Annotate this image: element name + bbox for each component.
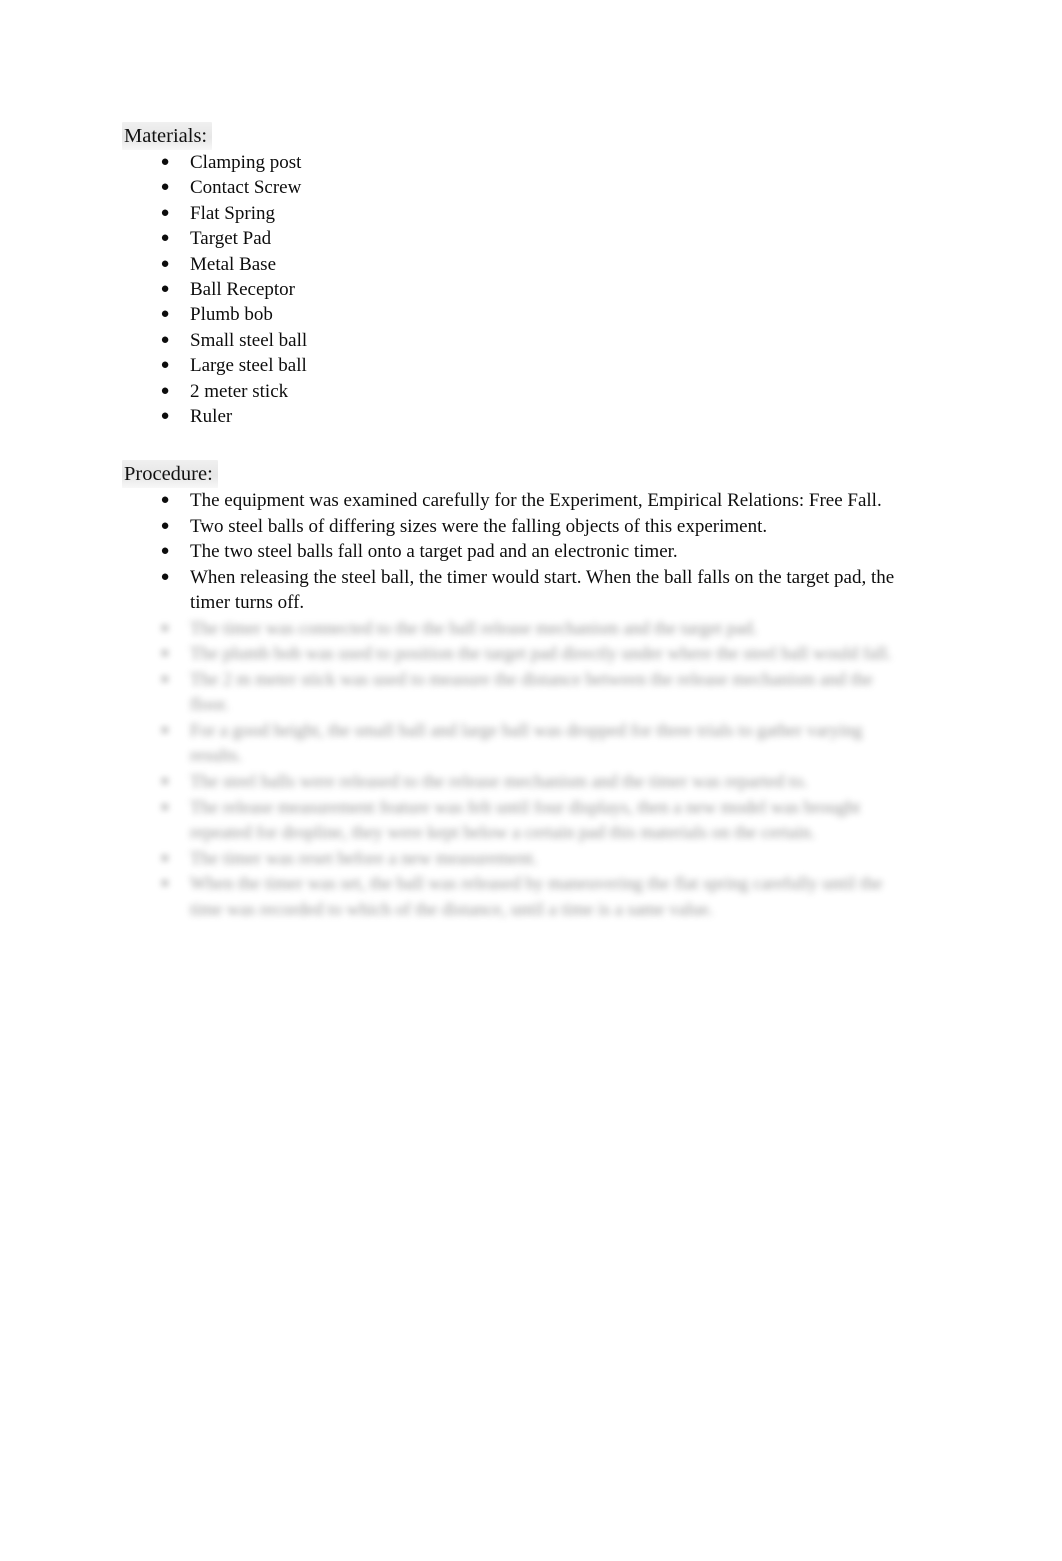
materials-list-item: ● Clamping post <box>122 150 912 175</box>
materials-list-item: ● Large steel ball <box>122 353 912 378</box>
procedure-list: ● The equipment was examined carefully fo… <box>122 488 912 615</box>
materials-list-item-label: Contact Screw <box>190 177 302 199</box>
bullet-point-icon: ● <box>160 517 170 534</box>
procedure-heading: Procedure: <box>122 460 218 489</box>
materials-list-item-label: Metal Base <box>190 253 277 275</box>
bullet-point-icon: ● <box>160 408 170 425</box>
procedure-redacted-list: ● The timer was connected to the the ball… <box>122 616 912 923</box>
bullet-point-icon: ● <box>160 850 170 866</box>
procedure-redacted-item-label: The plumb bob was used to position the t… <box>190 643 892 664</box>
procedure-list-item: ● The two steel balls fall onto a target … <box>122 539 912 564</box>
bullet-point-icon: ● <box>160 255 170 272</box>
procedure-redacted-item-label: The steel balls were released to the rel… <box>190 771 808 792</box>
procedure-redacted-item-label: The 2 m meter stick was used to measure … <box>190 668 878 715</box>
procedure-redacted-item-label: The timer was connected to the the ball … <box>190 617 758 638</box>
procedure-redacted-item: ● The timer was reset before a new measur… <box>122 846 912 872</box>
materials-list-item: ● Ruler <box>122 404 912 429</box>
bullet-point-icon: ● <box>160 230 170 247</box>
bullet-point-icon: ● <box>160 568 170 585</box>
procedure-list-item: ● The equipment was examined carefully fo… <box>122 488 912 513</box>
procedure-list-item-label: The equipment was examined carefully for… <box>190 490 882 512</box>
procedure-redacted-item: ● When the timer was set, the ball was re… <box>122 871 912 922</box>
bullet-point-icon: ● <box>160 671 170 687</box>
bullet-point-icon: ● <box>160 357 170 374</box>
materials-heading: Materials: <box>122 122 213 150</box>
procedure-redacted-item: ● The timer was connected to the the ball… <box>122 616 912 642</box>
procedure-redacted-item: ● The plumb bob was used to position the … <box>122 641 912 667</box>
procedure-section-header: Procedure: <box>122 460 912 489</box>
materials-list-item: ● Target Pad <box>122 226 912 251</box>
materials-list-item-label: Small steel ball <box>190 329 308 351</box>
materials-list-item: ● Flat Spring <box>122 201 912 226</box>
document-page: Materials: ● Clamping post ● Contact Screw ●… <box>0 0 1062 1561</box>
bullet-point-icon: ● <box>160 722 170 738</box>
procedure-redacted-item: ● The steel balls were released to the re… <box>122 769 912 795</box>
bullet-point-icon: ● <box>160 492 170 509</box>
materials-list-item-label: Large steel ball <box>190 355 307 377</box>
procedure-redacted-item: ● The release measurement feature was fel… <box>122 795 912 846</box>
bullet-point-icon: ● <box>160 179 170 196</box>
procedure-list-item-label: When releasing the steel ball, the timer… <box>190 566 895 614</box>
materials-list: ● Clamping post ● Contact Screw ● Flat Spring… <box>122 150 912 429</box>
bullet-point-icon: ● <box>160 620 170 636</box>
bullet-point-icon: ● <box>160 543 170 560</box>
materials-list-item-label: Clamping post <box>190 152 302 173</box>
procedure-list-item: ● Two steel balls of differing sizes were… <box>122 514 912 539</box>
materials-list-item-label: Ball Receptor <box>190 279 295 301</box>
procedure-list-item-label: Two steel balls of differing sizes were … <box>190 515 768 537</box>
bullet-point-icon: ● <box>160 204 170 221</box>
materials-list-item: ● Ball Receptor <box>122 277 912 302</box>
materials-list-item-label: 2 meter stick <box>190 380 289 402</box>
bullet-point-icon: ● <box>160 799 170 815</box>
procedure-redacted-item-label: The release measurement feature was felt… <box>190 796 865 843</box>
bullet-point-icon: ● <box>160 331 170 348</box>
bullet-point-icon: ● <box>160 281 170 298</box>
materials-list-item: ● Small steel ball <box>122 328 912 353</box>
bullet-point-icon: ● <box>160 154 170 170</box>
procedure-redacted-item-label: When the timer was set, the ball was rel… <box>190 873 887 920</box>
materials-list-item-label: Target Pad <box>190 228 272 250</box>
document-body: Materials: ● Clamping post ● Contact Screw ●… <box>122 122 912 923</box>
bullet-point-icon: ● <box>160 876 170 892</box>
materials-list-item-label: Flat Spring <box>190 202 275 224</box>
materials-list-item-label: Plumb bob <box>190 304 273 326</box>
bullet-point-icon: ● <box>160 382 170 399</box>
procedure-redacted-item-label: For a good height, the small ball and la… <box>190 719 867 766</box>
procedure-list-item: ● When releasing the steel ball, the time… <box>122 565 912 616</box>
procedure-redacted-item: ● The 2 m meter stick was used to measure… <box>122 667 912 718</box>
procedure-redacted-item-label: The timer was reset before a new measure… <box>190 847 538 868</box>
materials-list-item: ● Plumb bob <box>122 302 912 327</box>
materials-list-item-label: Ruler <box>190 406 233 428</box>
materials-list-item: ● Contact Screw <box>122 175 912 200</box>
procedure-list-item-label: The two steel balls fall onto a target p… <box>190 541 678 563</box>
materials-list-item: ● 2 meter stick <box>122 379 912 404</box>
bullet-point-icon: ● <box>160 646 170 662</box>
materials-section-header: Materials: <box>122 122 912 150</box>
procedure-redacted-item: ● For a good height, the small ball and l… <box>122 718 912 769</box>
bullet-point-icon: ● <box>160 774 170 790</box>
bullet-point-icon: ● <box>160 306 170 323</box>
materials-list-item: ● Metal Base <box>122 252 912 277</box>
